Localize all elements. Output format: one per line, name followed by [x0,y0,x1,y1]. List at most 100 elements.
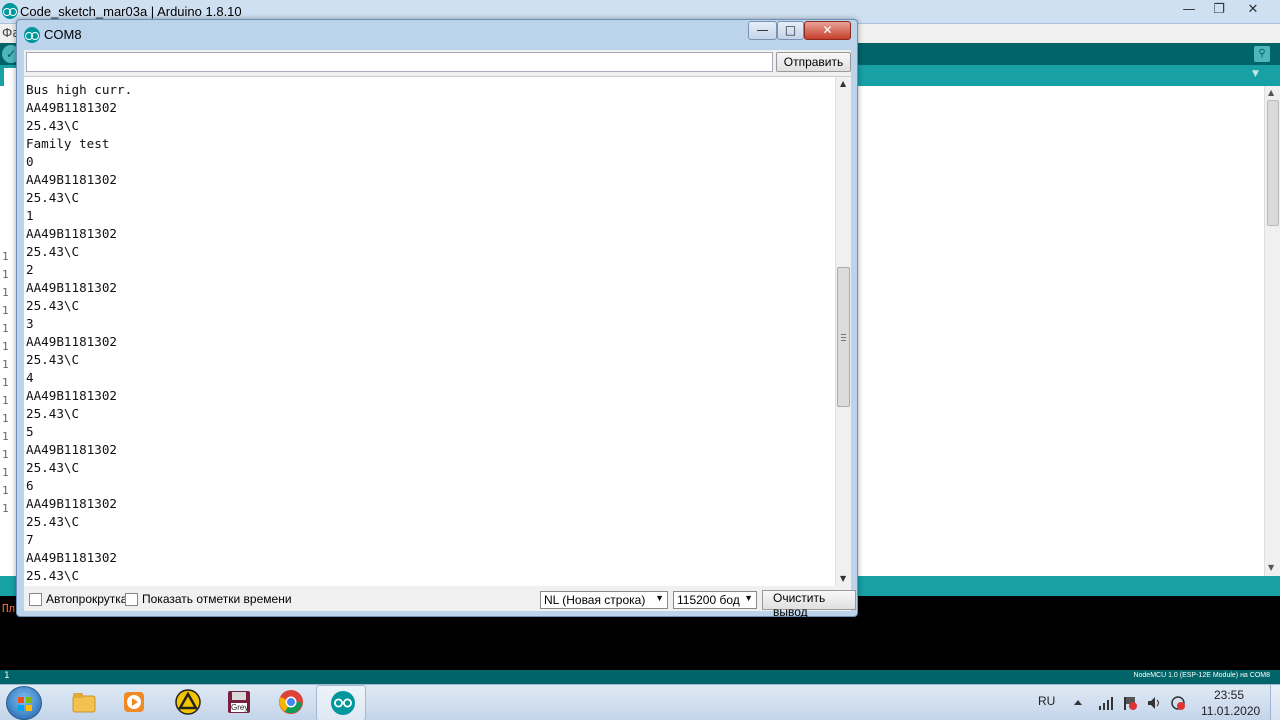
media-player-icon [124,692,144,712]
network-signal-icon[interactable] [1098,695,1114,711]
footer-board-info: NodeMCU 1.0 (ESP-12E Module) на COM8 [1133,672,1270,679]
grey-disk-label: Grey [231,703,249,712]
autoscroll-checkbox[interactable] [29,593,42,606]
serial-output-line: 1 [26,208,34,223]
line-number: 1 [2,394,9,407]
serial-output-line: 2 [26,262,34,277]
windows-logo-icon [18,697,32,711]
grip-icon [841,334,846,341]
arduino-icon [331,691,355,715]
scroll-up-icon[interactable]: ▲ [1268,88,1274,97]
serial-output-line: AA49B1181302 [26,172,117,187]
console-text: Пл [2,602,16,615]
scroll-down-icon[interactable]: ▼ [1268,563,1274,572]
line-number: 1 [2,286,9,299]
serial-output-line: 3 [26,316,34,331]
serial-output-line: 5 [26,424,34,439]
taskbar-media-player[interactable] [108,685,158,720]
line-number: 1 [2,376,9,389]
footer-line-number: 1 [4,671,10,681]
line-number: 1 [2,358,9,371]
volume-icon[interactable] [1146,695,1162,711]
serial-output-line: 6 [26,478,34,493]
serial-output-line: 0 [26,154,34,169]
line-number: 1 [2,484,9,497]
output-scroll-thumb[interactable] [837,267,850,407]
monitor-close-button[interactable]: ✕ [804,21,851,40]
serial-output-line: AA49B1181302 [26,100,117,115]
line-number: 1 [2,322,9,335]
taskbar-explorer[interactable] [58,685,108,720]
start-button[interactable] [6,686,42,720]
serial-output-line: 25.43\C [26,352,80,367]
send-input[interactable] [26,52,773,72]
chrome-icon [279,690,303,714]
line-number: 1 [2,340,9,353]
line-number-gutter: 1 1 1 1 1 1 1 1 1 1 1 1 1 1 1 [0,86,16,576]
line-number: 1 [2,448,9,461]
taskbar-arduino[interactable] [316,685,366,720]
chevron-down-icon: ▼ [744,593,753,603]
ide-window-title: Code_sketch_mar03a | Arduino 1.8.10 [20,4,242,19]
serial-monitor-title: COM8 [44,27,82,42]
serial-output-line: 25.43\C [26,298,80,313]
line-number: 1 [2,502,9,515]
serial-output-line: 7 [26,532,34,547]
timestamp-label[interactable]: Показать отметки времени [142,592,292,606]
archicad-icon [175,689,201,715]
explorer-icon [72,693,96,713]
line-number: 1 [2,430,9,443]
keyboard-language[interactable]: RU [1038,694,1055,708]
arduino-logo-icon [2,3,18,19]
update-alert-icon[interactable] [1170,695,1186,711]
monitor-minimize-button[interactable]: — [748,21,777,40]
serial-output-line: 25.43\C [26,514,80,529]
serial-monitor-icon[interactable]: ⚲ [1254,46,1270,62]
serial-output-line: 25.43\C [26,118,80,133]
arduino-logo-icon [24,27,40,43]
monitor-maximize-button[interactable]: □ [777,21,804,40]
serial-monitor-window: COM8 — □ ✕ Отправить Bus high curr. AA49B… [16,19,858,619]
serial-output-line: AA49B1181302 [26,550,117,565]
taskbar: Grey RU 23:55 11.01.2020 [0,684,1280,720]
ide-close-button[interactable]: ✕ [1240,2,1266,20]
serial-output-area[interactable]: Bus high curr. AA49B1181302 25.43\C Family … [24,76,851,586]
serial-output-line: AA49B1181302 [26,334,117,349]
editor-scroll-thumb[interactable] [1267,100,1279,226]
send-button[interactable]: Отправить [776,52,851,72]
serial-output-line: 4 [26,370,34,385]
timestamp-checkbox[interactable] [125,593,138,606]
serial-output-line: AA49B1181302 [26,226,117,241]
autoscroll-label[interactable]: Автопрокрутка [46,592,127,606]
line-ending-select[interactable]: NL (Новая строка) ▼ [540,591,668,609]
tray-chevron-icon[interactable] [1070,695,1086,711]
output-scrollbar[interactable]: ▲ ▼ [835,77,851,586]
baud-rate-select[interactable]: 115200 бод ▼ [673,591,757,609]
serial-output-line: 25.43\C [26,568,80,583]
taskbar-grey-disk[interactable]: Grey [213,685,263,720]
clear-output-button[interactable]: Очистить вывод [762,590,856,619]
tab-menu-chevron-icon[interactable]: ▼ [1252,69,1259,79]
serial-monitor-body: Отправить Bus high curr. AA49B1181302 25.4… [24,50,856,619]
ide-footer: 1 NodeMCU 1.0 (ESP-12E Module) на COM8 [0,670,1280,684]
taskbar-archicad[interactable] [162,685,212,720]
ide-maximize-button[interactable]: ❐ [1206,2,1232,20]
ide-minimize-button[interactable]: — [1176,2,1202,20]
serial-output-line: AA49B1181302 [26,442,117,457]
line-number: 1 [2,250,9,263]
clock-time[interactable]: 23:55 [1214,688,1244,702]
serial-output-line: 25.43\C [26,190,80,205]
taskbar-chrome[interactable] [265,685,315,720]
line-number: 1 [2,412,9,425]
serial-output-line: 25.43\C [26,460,80,475]
line-number: 1 [2,268,9,281]
clock-date[interactable]: 11.01.2020 [1201,704,1260,718]
serial-output-line: Bus high curr. [26,82,133,97]
action-center-flag-icon[interactable] [1122,695,1138,711]
scroll-down-icon[interactable]: ▼ [840,574,846,583]
scroll-up-icon[interactable]: ▲ [840,79,846,88]
baud-rate-value: 115200 бод [677,593,740,607]
show-desktop-button[interactable] [1270,685,1280,720]
editor-scrollbar[interactable]: ▲ ▼ [1264,86,1280,576]
serial-output-line: AA49B1181302 [26,496,117,511]
